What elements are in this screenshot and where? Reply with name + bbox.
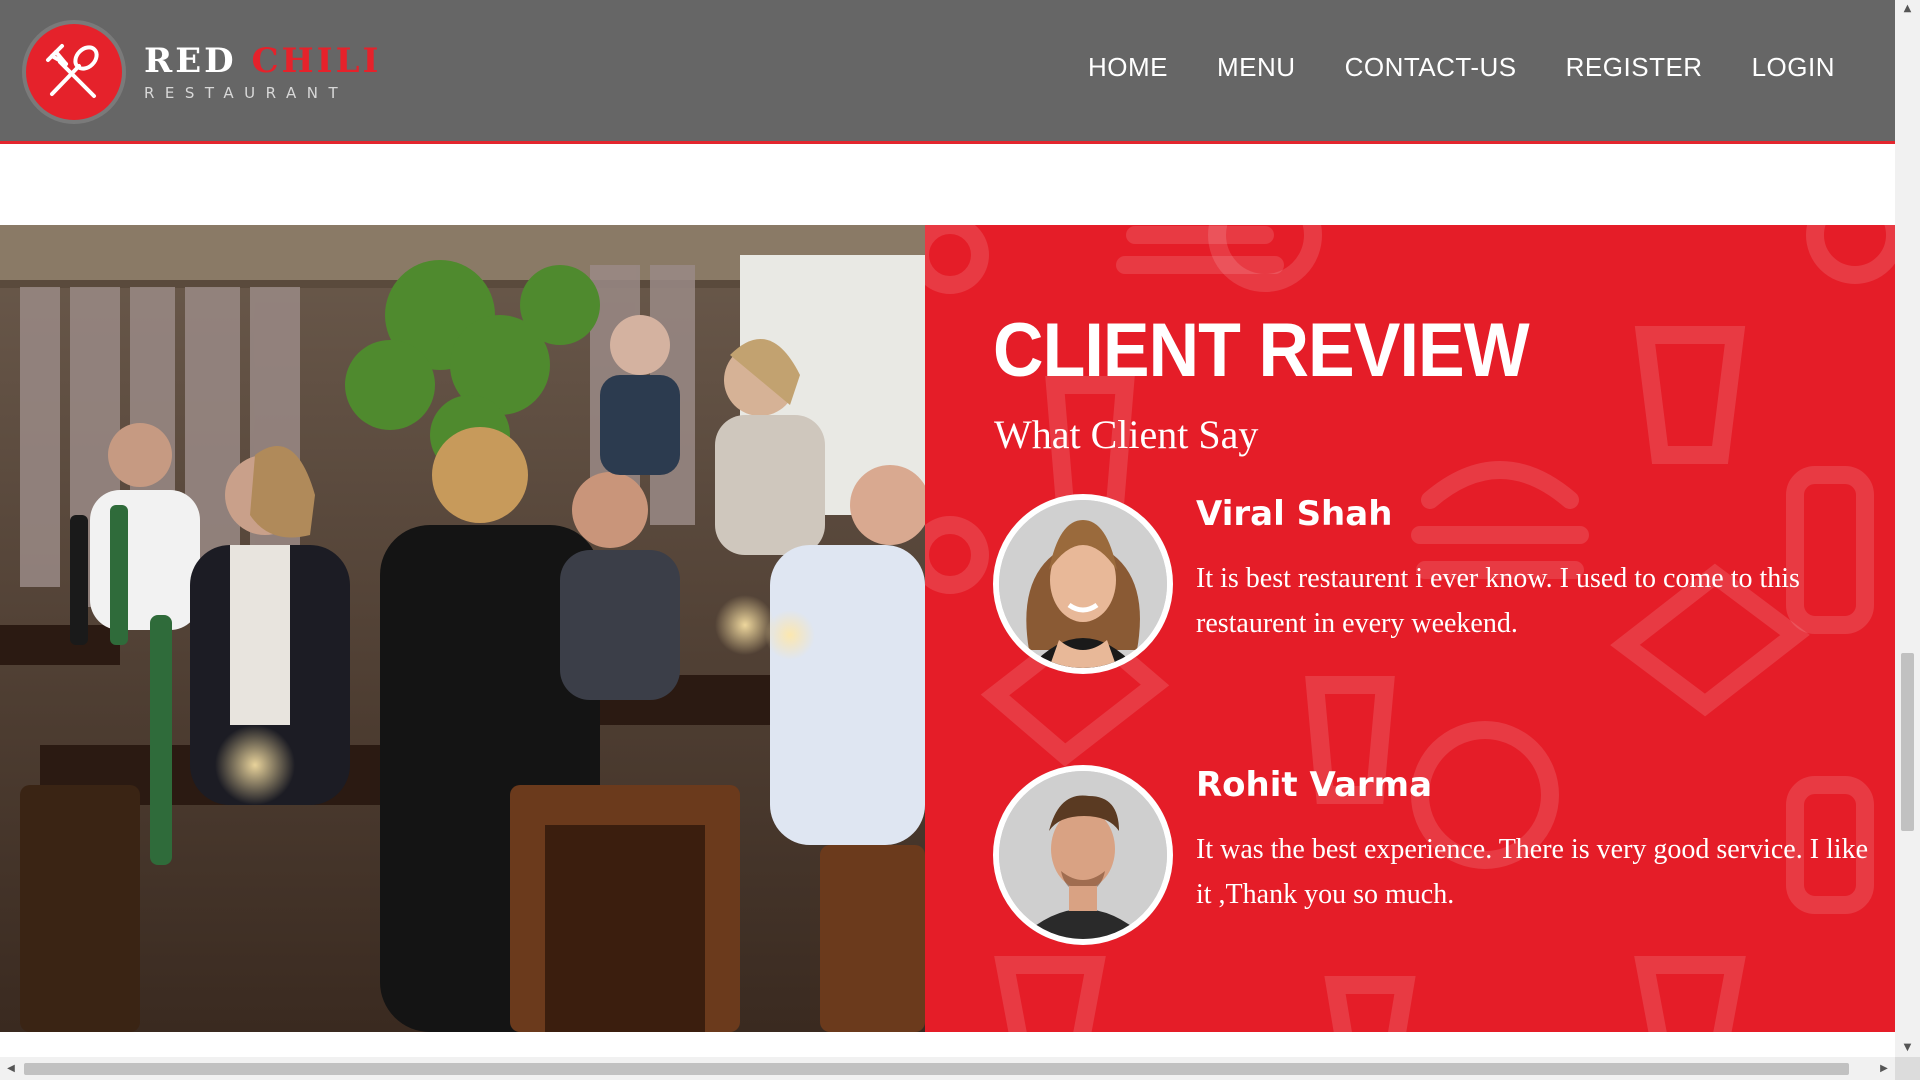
review-card: Viral Shah It is best restaurent i ever … [993, 494, 1873, 684]
nav-contact-us[interactable]: CONTACT-US [1345, 52, 1517, 83]
restaurant-dining-photo [0, 225, 925, 1032]
review-author: Rohit Varma [1196, 765, 1433, 805]
section-subtitle: What Client Say [994, 412, 1259, 457]
main-nav: HOME MENU CONTACT-US REGISTER LOGIN [1039, 52, 1835, 83]
scroll-left-icon[interactable]: ◀ [0, 1057, 22, 1080]
review-card: Rohit Varma It was the best experience. … [993, 765, 1873, 955]
nav-login[interactable]: LOGIN [1752, 52, 1835, 83]
fork-spoon-icon [22, 20, 126, 124]
male-client-avatar [993, 765, 1173, 945]
nav-home[interactable]: HOME [1088, 52, 1168, 83]
scroll-down-icon[interactable]: ▼ [1895, 1039, 1920, 1057]
scroll-up-icon[interactable]: ▲ [1895, 0, 1920, 18]
brand-tagline: RESTAURANT [144, 84, 349, 102]
scroll-right-icon[interactable]: ▶ [1873, 1057, 1895, 1080]
horizontal-scroll-thumb[interactable] [24, 1063, 1849, 1075]
nav-menu[interactable]: MENU [1217, 52, 1296, 83]
horizontal-scrollbar[interactable]: ◀ ▶ [0, 1057, 1920, 1080]
brand-logo[interactable]: RED CHILI RESTAURANT [22, 20, 381, 124]
client-review-section: CLIENT REVIEW What Client Say Viral Shah… [0, 225, 1895, 1032]
nav-register[interactable]: REGISTER [1566, 52, 1703, 83]
review-text: It was the best experience. There is ver… [1196, 834, 1868, 910]
female-client-avatar [993, 494, 1173, 674]
review-text: It is best restaurent i ever know. I use… [1196, 563, 1800, 639]
vertical-scroll-thumb[interactable] [1901, 653, 1914, 831]
brand-name-accent: CHILI [251, 41, 382, 81]
site-header: RED CHILI RESTAURANT HOME MENU CONTACT-U… [0, 0, 1895, 144]
review-author: Viral Shah [1196, 494, 1393, 534]
vertical-scrollbar[interactable]: ▲ ▼ [1895, 0, 1920, 1057]
brand-name: RED [144, 41, 252, 81]
scrollbar-corner [1895, 1057, 1920, 1080]
client-review-panel: CLIENT REVIEW What Client Say Viral Shah… [925, 225, 1895, 1032]
section-title: CLIENT REVIEW [993, 308, 1530, 393]
